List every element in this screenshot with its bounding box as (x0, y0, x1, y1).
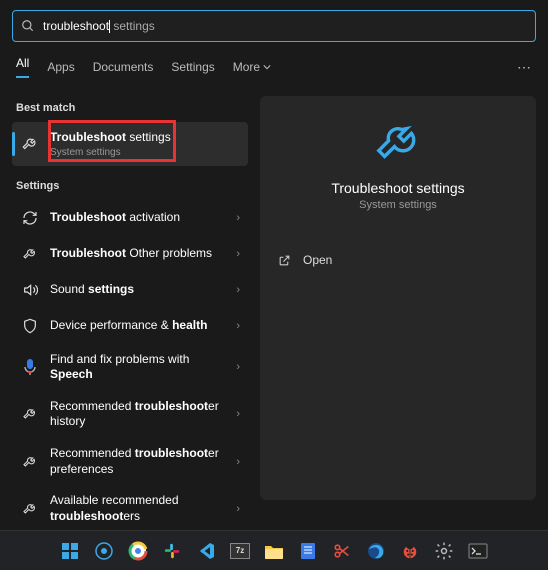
settings-result-item[interactable]: Sound settings › (12, 272, 248, 308)
open-icon (278, 254, 291, 267)
filter-tabs: All Apps Documents Settings More ⋯ (0, 56, 548, 78)
result-title: Available recommended troubleshooters (50, 493, 222, 524)
settings-result-item[interactable]: Troubleshoot Other problems › (12, 236, 248, 272)
search-icon (21, 19, 35, 33)
open-label: Open (303, 253, 332, 267)
tab-more[interactable]: More (233, 60, 271, 74)
chevron-right-icon: › (236, 408, 240, 420)
result-title: Troubleshoot activation (50, 210, 222, 226)
more-options-button[interactable]: ⋯ (517, 59, 532, 76)
chevron-right-icon: › (236, 503, 240, 515)
chevron-down-icon (263, 63, 271, 71)
best-match-subtitle: System settings (50, 147, 240, 158)
best-match-result[interactable]: Troubleshoot settings System settings (12, 122, 248, 166)
open-action[interactable]: Open (272, 243, 524, 277)
result-title: Find and fix problems with Speech (50, 352, 222, 383)
wrench-icon (375, 120, 421, 166)
wrench-rec-icon (20, 499, 40, 519)
search-suffix: settings (110, 19, 155, 33)
settings-result-item[interactable]: Recommended troubleshooter history › (12, 391, 248, 438)
result-title: Recommended troubleshooter history (50, 399, 222, 430)
refresh-icon (20, 208, 40, 228)
settings-result-item[interactable]: Recommended troubleshooter preferences › (12, 438, 248, 485)
preview-panel: Troubleshoot settings System settings Op… (260, 96, 536, 500)
sound-icon (20, 280, 40, 300)
settings-result-item[interactable]: Find and fix problems with Speech › (12, 344, 248, 391)
search-query: troubleshoot (43, 19, 109, 33)
result-title: Sound settings (50, 282, 222, 298)
best-match-title: Troubleshoot settings (50, 130, 240, 146)
tab-documents[interactable]: Documents (93, 60, 154, 74)
wrench-icon (20, 244, 40, 264)
result-title: Recommended troubleshooter preferences (50, 446, 222, 477)
settings-result-item[interactable]: Device performance & health › (12, 308, 248, 344)
best-match-label: Best match (16, 102, 248, 114)
search-bar[interactable]: troubleshoot settings (12, 10, 536, 42)
tab-apps[interactable]: Apps (47, 60, 74, 74)
chevron-right-icon: › (236, 248, 240, 260)
search-input[interactable]: troubleshoot settings (43, 19, 527, 33)
chevron-right-icon: › (236, 212, 240, 224)
chevron-right-icon: › (236, 284, 240, 296)
chevron-right-icon: › (236, 361, 240, 373)
result-title: Troubleshoot Other problems (50, 246, 222, 262)
preview-subtitle: System settings (359, 199, 437, 211)
results-column: Best match Troubleshoot settings System … (12, 96, 248, 532)
settings-section-label: Settings (16, 180, 248, 192)
tab-all[interactable]: All (16, 56, 29, 78)
wrench-rec-icon (20, 452, 40, 472)
settings-result-item[interactable]: Available recommended troubleshooters › (12, 485, 248, 532)
tab-settings[interactable]: Settings (171, 60, 214, 74)
chevron-right-icon: › (236, 456, 240, 468)
wrench-rec-icon (20, 404, 40, 424)
shield-icon (20, 316, 40, 336)
preview-title: Troubleshoot settings (331, 180, 464, 196)
mic-icon (20, 357, 40, 377)
chevron-right-icon: › (236, 320, 240, 332)
taskbar: 7z (0, 530, 548, 570)
wrench-icon (20, 134, 40, 154)
result-title: Device performance & health (50, 318, 222, 334)
settings-result-item[interactable]: Troubleshoot activation › (12, 200, 248, 236)
